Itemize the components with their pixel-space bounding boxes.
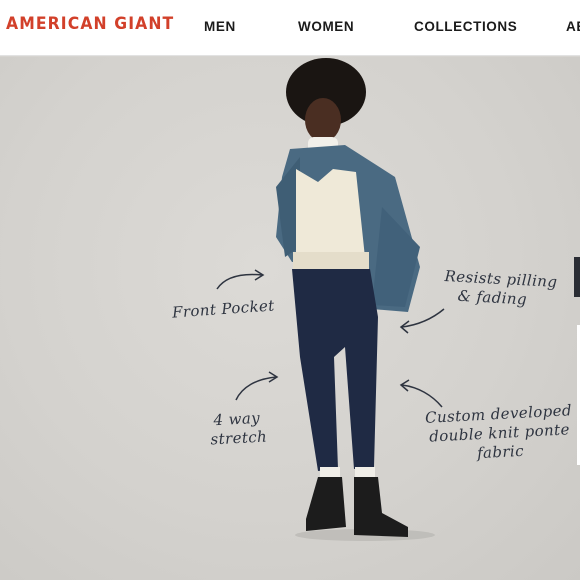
nav-item-collections[interactable]: COLLECTIONS [414,19,517,34]
nav-item-women[interactable]: WOMEN [298,19,354,34]
callout-four-way-stretch: 4 way stretch [209,409,268,450]
callout-resists-pilling: Resists pilling & fading [443,267,558,311]
model-figure-illustration [216,58,445,541]
callout-custom-fabric: Custom developed double knit ponte fabri… [425,401,575,466]
brand-logo[interactable]: AMERICAN GIANT [6,14,174,34]
nav-item-men[interactable]: MEN [204,19,236,34]
top-navigation-bar: AMERICAN GIANT MEN WOMEN COLLECTIONS AB [0,0,580,56]
hero-banner: Front Pocket Resists pilling & fading 4 … [0,57,580,580]
nav-item-about[interactable]: AB [566,19,580,34]
callout-stretch-line-2: stretch [210,427,268,449]
cropped-side-panel-marker [574,257,580,297]
